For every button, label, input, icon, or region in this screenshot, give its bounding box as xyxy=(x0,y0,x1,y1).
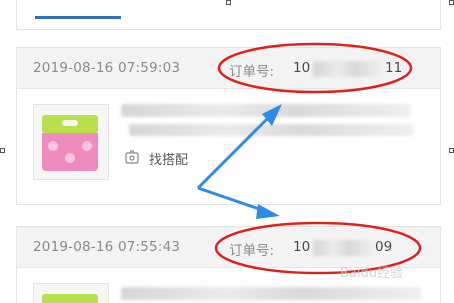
stool-hole xyxy=(65,153,75,163)
order-date: 2019-08-16 07:59:03 xyxy=(33,60,181,76)
hanger-tag-icon[interactable] xyxy=(125,150,139,164)
order-number-redacted xyxy=(313,240,373,256)
screenshot-stage: 2019-08-16 07:59:03 订单号: 10 11 找搭配 2019-… xyxy=(0,0,454,303)
resize-handle[interactable] xyxy=(449,148,454,153)
resize-handle[interactable] xyxy=(449,0,454,5)
watermark: Baidu经验 xyxy=(340,266,403,281)
stool-seat xyxy=(42,115,98,133)
order-number-suffix: 11 xyxy=(385,60,403,76)
order-card: 2019-08-16 07:59:03 订单号: 10 11 找搭配 xyxy=(16,47,441,205)
resize-handle[interactable] xyxy=(0,148,5,153)
tab-active-underline xyxy=(35,16,121,19)
stool-seat xyxy=(42,294,98,303)
product-spec-redacted xyxy=(129,124,413,136)
order-number-label: 订单号: xyxy=(229,64,275,80)
order-number-label: 订单号: xyxy=(229,243,275,259)
order-number-prefix: 10 xyxy=(293,60,311,76)
stool-handle xyxy=(62,120,78,126)
order-date: 2019-08-16 07:55:43 xyxy=(33,239,181,255)
stool-hole xyxy=(82,141,92,151)
find-match-link[interactable]: 找搭配 xyxy=(149,149,188,168)
product-title-redacted xyxy=(121,104,411,117)
product-thumbnail[interactable] xyxy=(33,283,109,303)
stool-hole xyxy=(48,141,58,151)
order-number-prefix: 10 xyxy=(293,239,311,255)
order-number-redacted xyxy=(313,61,383,77)
order-number-suffix: 09 xyxy=(375,239,393,255)
product-thumbnail[interactable] xyxy=(33,104,109,180)
order-header: 2019-08-16 07:59:03 订单号: 10 11 xyxy=(17,48,440,89)
resize-handle[interactable] xyxy=(226,0,231,5)
stool-body xyxy=(42,133,98,171)
product-title-redacted xyxy=(121,287,421,300)
